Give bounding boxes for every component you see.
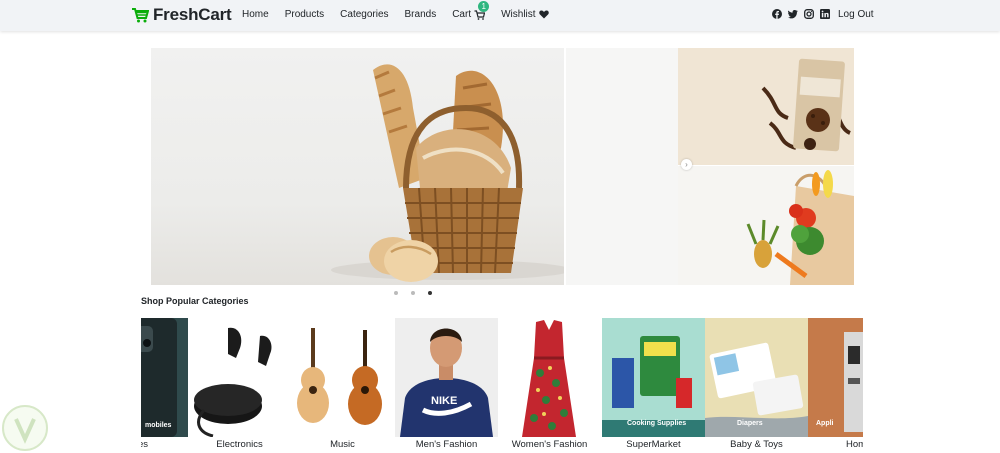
hero-slide-fade: [566, 48, 678, 285]
category-image: Cooking Supplies: [602, 318, 705, 437]
instagram-icon[interactable]: [804, 9, 814, 19]
category-card-womens-fashion[interactable]: Women's Fashion: [498, 318, 601, 453]
category-card-supermarket[interactable]: Cooking Supplies SuperMarket: [602, 318, 705, 453]
nav-products[interactable]: Products: [285, 9, 324, 20]
category-overlay-text: mobiles: [145, 422, 172, 429]
nav-wishlist[interactable]: Wishlist: [501, 9, 549, 20]
category-name: iles: [141, 439, 148, 450]
category-card-mobiles[interactable]: mobiles iles: [141, 318, 188, 453]
slider-dots: [394, 291, 445, 295]
slider-dot-2[interactable]: [411, 291, 415, 295]
promo-banner-chocolate[interactable]: [678, 48, 854, 165]
twitter-icon[interactable]: [788, 9, 798, 19]
category-name: SuperMarket: [626, 439, 681, 450]
shopping-cart-icon: [132, 8, 149, 23]
nav-cart[interactable]: Cart 1: [452, 1, 490, 20]
slider-next-arrow-icon[interactable]: ›: [681, 159, 692, 170]
hero-slide-bread-basket[interactable]: [151, 48, 564, 285]
nav-categories[interactable]: Categories: [340, 9, 388, 20]
watermark-logo: [2, 405, 48, 451]
category-image: [188, 318, 291, 437]
category-name: Baby & Toys: [730, 439, 783, 450]
category-carousel: mobiles iles Electronics: [141, 318, 863, 453]
category-overlay-text: Cooking Supplies: [627, 420, 687, 427]
category-overlay-text: Appli: [816, 420, 834, 427]
slider-dot-1[interactable]: [394, 291, 398, 295]
chocolate-package-image: [761, 58, 852, 152]
category-image: Diapers: [705, 318, 808, 437]
category-image: [291, 318, 394, 437]
category-card-home[interactable]: Appli Hom: [808, 318, 863, 453]
brand-logo[interactable]: FreshCart: [131, 5, 232, 25]
heart-icon: [538, 10, 549, 19]
category-name: Women's Fashion: [511, 439, 588, 450]
category-name: Hom: [846, 439, 863, 450]
category-image: mobiles: [141, 318, 188, 437]
promo-banner-groceries[interactable]: [678, 166, 854, 285]
category-image: NIKE: [395, 318, 498, 437]
brand-name: FreshCart: [153, 5, 232, 24]
slider-dot-3[interactable]: [428, 291, 432, 295]
section-title: Shop Popular Categories: [141, 296, 249, 306]
category-image: [498, 318, 601, 437]
category-card-baby-toys[interactable]: Diapers Baby & Toys: [705, 318, 808, 453]
facebook-icon[interactable]: [772, 9, 782, 19]
category-name: Music: [330, 439, 355, 450]
nav-brands[interactable]: Brands: [405, 9, 437, 20]
nav-wishlist-label: Wishlist: [501, 9, 536, 20]
navbar: FreshCart Home Products Categories Brand…: [0, 0, 1000, 31]
social-links: [772, 9, 836, 19]
category-name: Men's Fashion: [415, 439, 478, 450]
category-image: Appli: [808, 318, 863, 437]
category-name: Electronics: [216, 439, 263, 450]
category-card-electronics[interactable]: Electronics: [188, 318, 291, 453]
grocery-bag-image: [746, 170, 854, 285]
linkedin-icon[interactable]: [820, 9, 830, 19]
nav-cart-label: Cart: [452, 9, 472, 20]
main-nav: Home Products Categories Brands Cart 1 W…: [242, 1, 565, 20]
svg-text:NIKE: NIKE: [431, 395, 457, 407]
category-card-mens-fashion[interactable]: NIKE Men's Fashion: [395, 318, 498, 453]
bread-basket-image: [331, 64, 564, 282]
category-card-music[interactable]: Music: [291, 318, 394, 453]
category-overlay-text: Diapers: [737, 420, 763, 427]
cart-count-badge: 1: [478, 1, 490, 12]
logout-link[interactable]: Log Out: [838, 9, 874, 20]
nav-home[interactable]: Home: [242, 9, 269, 20]
